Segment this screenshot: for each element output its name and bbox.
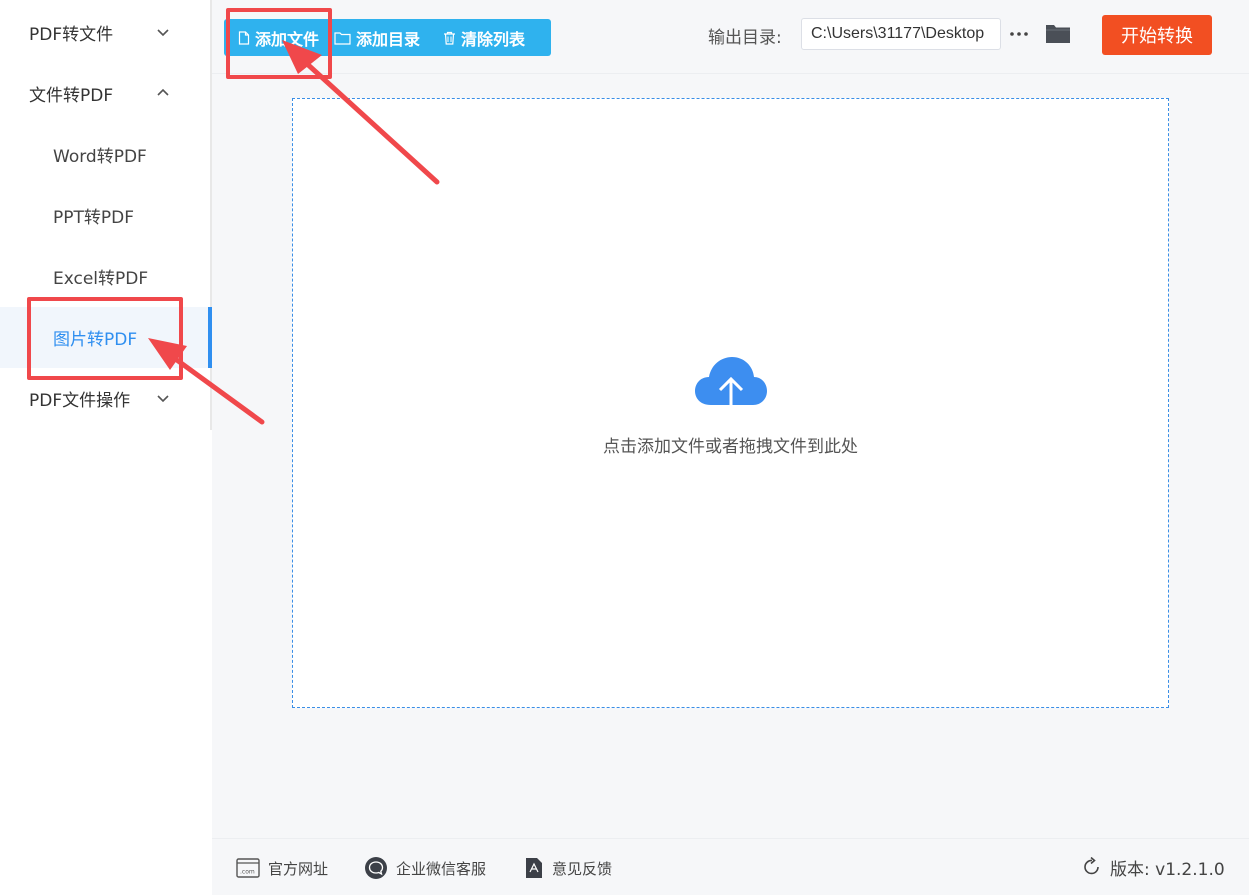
clear-list-label: 清除列表 [461,29,526,49]
add-directory-button[interactable]: 添加目录 [334,19,443,56]
footer-link-label: 官方网址 [268,859,329,878]
start-convert-button[interactable]: 开始转换 [1102,15,1212,55]
refresh-icon[interactable] [1082,857,1102,877]
sidebar-item-word-to-pdf[interactable]: Word转PDF [0,124,210,185]
version-info: 版本: v1.2.1.0 [1082,855,1225,880]
sidebar-group-label: 文件转PDF [29,86,114,106]
toolbar-divider [212,73,1249,74]
footer-wechat-service-link[interactable]: 企业微信客服 [364,856,486,880]
chevron-up-icon [157,88,169,96]
version-label: 版本: v1.2.1.0 [1110,859,1225,880]
start-convert-label: 开始转换 [1121,26,1193,47]
output-directory-input[interactable]: C:\Users\31177\Desktop [801,18,1001,50]
sidebar-group-file-to-pdf[interactable]: 文件转PDF [0,63,210,124]
chevron-down-icon [157,29,169,37]
cloud-upload-icon [695,357,767,419]
folder-icon[interactable] [1045,21,1071,45]
footer-link-label: 企业微信客服 [396,859,487,878]
output-directory-label: 输出目录: [708,28,782,48]
sidebar-item-ppt-to-pdf[interactable]: PPT转PDF [0,185,210,246]
annotation-box-image-to-pdf [27,297,183,380]
chevron-down-icon [157,395,169,403]
footer-feedback-link[interactable]: 意见反馈 [524,856,612,880]
website-icon: .com [236,858,260,878]
chat-icon [365,857,387,879]
sidebar-group-label: PDF转文件 [29,25,114,45]
annotation-box-add-file [226,8,332,79]
ellipsis-icon[interactable] [1009,24,1029,44]
sidebar-item-label: Word转PDF [53,147,147,167]
footer-link-label: 意见反馈 [552,859,613,878]
footer-website-link[interactable]: .com 官方网址 [236,856,328,880]
clear-list-button[interactable]: 清除列表 [443,19,551,56]
add-directory-label: 添加目录 [356,29,421,49]
svg-text:.com: .com [240,869,255,876]
folder-outline-icon [334,31,351,45]
sidebar-group-label: PDF文件操作 [29,391,131,411]
trash-icon [444,31,455,45]
sidebar-group-pdf-to-file[interactable]: PDF转文件 [0,2,210,63]
drop-zone-hint: 点击添加文件或者拖拽文件到此处 [603,437,858,457]
sidebar-item-label: PPT转PDF [53,208,135,228]
feedback-icon [526,858,542,878]
sidebar-item-label: Excel转PDF [53,269,149,289]
